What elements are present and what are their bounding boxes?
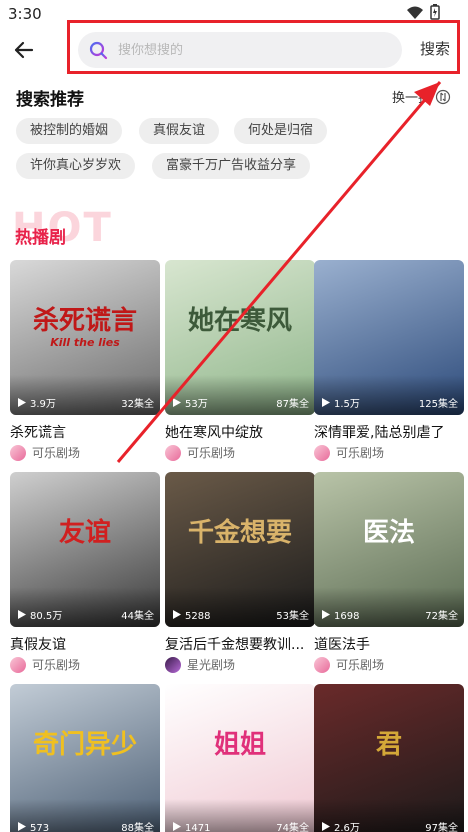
view-count: 80.5万 <box>30 611 63 622</box>
view-count: 1698 <box>334 611 360 622</box>
episode-count: 125集全 <box>418 399 458 410</box>
play-icon <box>173 822 181 831</box>
poster-title-art: 杀死谎言 <box>32 306 137 336</box>
source-avatar <box>10 444 26 461</box>
source-avatar <box>314 656 330 673</box>
drama-poster[interactable]: 医法 1698 72集全 <box>314 472 464 627</box>
recommend-title: 搜索推荐 <box>16 90 84 110</box>
tag-item[interactable]: 被控制的婚姻 <box>16 118 123 144</box>
drama-title[interactable]: 道医法手 <box>314 634 464 654</box>
play-icon <box>18 398 26 407</box>
episode-count: 88集全 <box>121 823 154 832</box>
poster-title-art: 友谊 <box>58 518 111 548</box>
source-name: 可乐剧场 <box>336 658 385 672</box>
episode-count: 97集全 <box>425 823 458 832</box>
refresh-button[interactable]: 换一批 <box>392 87 451 106</box>
drama-title[interactable]: 复活后千金想要教训... <box>165 634 315 654</box>
status-time: 3:30 <box>8 5 42 23</box>
play-icon <box>322 610 330 619</box>
source-name: 可乐剧场 <box>336 446 385 460</box>
drama-source: 星光剧场 <box>165 656 235 673</box>
drama-poster[interactable]: 姐姐 1471 74集全 <box>165 684 315 832</box>
source-avatar <box>165 444 181 461</box>
source-name: 可乐剧场 <box>32 446 81 460</box>
source-avatar <box>10 656 26 673</box>
source-name: 可乐剧场 <box>32 658 81 672</box>
poster-title-art: 奇门异少 <box>32 730 137 760</box>
drama-title[interactable]: 深情罪爱,陆总别虐了 <box>314 422 464 442</box>
refresh-label: 换一批 <box>392 91 432 106</box>
source-name: 可乐剧场 <box>187 446 236 460</box>
view-count: 1.5万 <box>334 399 360 410</box>
episode-count: 72集全 <box>425 611 458 622</box>
source-avatar <box>314 444 330 461</box>
highlight-annotation-box <box>67 20 460 74</box>
poster-title-art: 君 <box>375 730 402 760</box>
view-count: 3.9万 <box>30 399 56 410</box>
drama-title[interactable]: 真假友谊 <box>10 634 160 654</box>
drama-poster[interactable]: 她在寒风 53万 87集全 <box>165 260 315 415</box>
drama-source: 可乐剧场 <box>165 444 235 461</box>
drama-source: 可乐剧场 <box>10 444 80 461</box>
tag-item[interactable]: 何处是归宿 <box>234 118 328 144</box>
play-icon <box>173 398 181 407</box>
play-icon <box>18 822 26 831</box>
drama-poster[interactable]: 君 2.6万 97集全 <box>314 684 464 832</box>
drama-source: 可乐剧场 <box>10 656 80 673</box>
poster-title-art: 医法 <box>362 518 415 548</box>
view-count: 1471 <box>185 823 211 832</box>
view-count: 2.6万 <box>334 823 360 832</box>
drama-poster[interactable]: 杀死谎言 Kill the lies 3.9万 32集全 <box>10 260 160 415</box>
play-icon <box>173 610 181 619</box>
source-name: 星光剧场 <box>187 658 236 672</box>
play-icon <box>322 398 330 407</box>
refresh-icon <box>435 89 451 104</box>
tag-item[interactable]: 真假友谊 <box>139 118 220 144</box>
view-count: 573 <box>30 823 50 832</box>
episode-count: 74集全 <box>276 823 309 832</box>
view-count: 53万 <box>185 399 208 410</box>
poster-title-art: 千金想要 <box>187 518 292 548</box>
tag-item[interactable]: 富豪千万广告收益分享 <box>152 153 311 179</box>
drama-source: 可乐剧场 <box>314 656 384 673</box>
drama-poster[interactable]: 千金想要 5288 53集全 <box>165 472 315 627</box>
poster-title-art: 姐姐 <box>213 730 266 760</box>
drama-poster[interactable]: 友谊 80.5万 44集全 <box>10 472 160 627</box>
episode-count: 53集全 <box>276 611 309 622</box>
play-icon <box>322 822 330 831</box>
poster-subtitle-art: Kill the lies <box>50 336 120 349</box>
back-arrow-icon <box>14 41 34 59</box>
drama-title[interactable]: 杀死谎言 <box>10 422 160 442</box>
source-avatar <box>165 656 181 673</box>
drama-title[interactable]: 她在寒风中绽放 <box>165 422 315 442</box>
episode-count: 87集全 <box>276 399 309 410</box>
view-count: 5288 <box>185 611 211 622</box>
hot-title: 热播剧 <box>15 228 66 248</box>
drama-source: 可乐剧场 <box>314 444 384 461</box>
poster-title-art: 她在寒风 <box>187 306 292 336</box>
back-button[interactable] <box>10 36 38 64</box>
drama-poster[interactable]: 1.5万 125集全 <box>314 260 464 415</box>
play-icon <box>18 610 26 619</box>
drama-poster[interactable]: 奇门异少 573 88集全 <box>10 684 160 832</box>
episode-count: 44集全 <box>121 611 154 622</box>
tag-item[interactable]: 许你真心岁岁欢 <box>16 153 136 179</box>
episode-count: 32集全 <box>121 399 154 410</box>
